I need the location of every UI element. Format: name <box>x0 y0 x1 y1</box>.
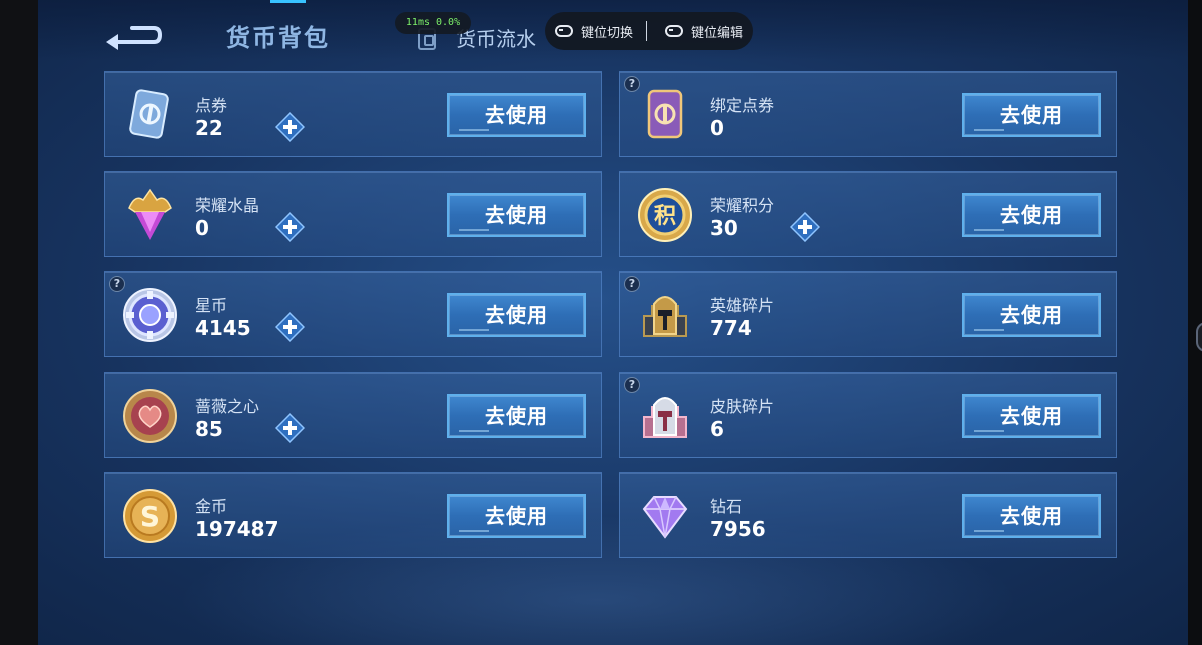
plus-icon <box>789 211 821 243</box>
currency-card: ? 绑定点券 0 去使用 <box>619 71 1117 157</box>
currency-card: 钻石 7956 去使用 <box>619 472 1117 558</box>
currency-card: 点券 22 去使用 <box>104 71 602 157</box>
currency-amount: 30 <box>710 216 738 240</box>
performance-overlay: 11ms 0.0% <box>395 12 471 34</box>
keymap-switch-label: 键位切换 <box>581 25 634 41</box>
currency-bag-screen: 货币背包 货币流水 11ms 0.0% 键位切换 键位编辑 点券 22 去使用 … <box>38 0 1188 645</box>
use-button[interactable]: 去使用 <box>447 93 586 137</box>
gold-coin-icon: S <box>121 487 179 545</box>
use-button[interactable]: 去使用 <box>962 93 1101 137</box>
currency-amount: 0 <box>710 116 724 140</box>
svg-text:积: 积 <box>654 204 676 229</box>
back-arrow-icon <box>106 26 163 50</box>
currency-amount: 7956 <box>710 517 766 541</box>
currency-name: 英雄碎片 <box>710 296 775 315</box>
svg-text:S: S <box>140 500 160 533</box>
use-button[interactable]: 去使用 <box>962 293 1101 337</box>
left-black-bar <box>0 0 38 645</box>
currency-amount: 85 <box>195 417 223 441</box>
currency-name: 荣耀积分 <box>710 196 775 215</box>
back-button[interactable] <box>104 22 163 50</box>
currency-name: 皮肤碎片 <box>710 397 775 416</box>
currency-card: ? 星币 4145 去使用 <box>104 271 602 357</box>
star-coin-icon <box>121 286 179 344</box>
use-button[interactable]: 去使用 <box>962 494 1101 538</box>
use-button[interactable]: 去使用 <box>447 193 586 237</box>
use-button[interactable]: 去使用 <box>447 293 586 337</box>
use-button[interactable]: 去使用 <box>447 394 586 438</box>
use-button[interactable]: 去使用 <box>447 494 586 538</box>
glory-crystal-icon <box>121 186 179 244</box>
currency-name: 星币 <box>195 296 228 315</box>
bound-ticket-card-icon <box>636 86 694 144</box>
top-accent-strip <box>270 0 306 3</box>
hero-fragment-helmet-icon <box>636 286 694 344</box>
currency-amount: 197487 <box>195 517 279 541</box>
currency-amount: 22 <box>195 116 223 140</box>
currency-amount: 4145 <box>195 316 251 340</box>
currency-name: 金币 <box>195 497 228 516</box>
toolbar-divider <box>646 21 647 41</box>
recharge-plus-button[interactable] <box>789 211 821 243</box>
plus-icon <box>274 111 306 143</box>
keymap-switch-button[interactable]: 键位切换 <box>555 12 633 50</box>
rose-heart-coin-icon <box>121 387 179 445</box>
recharge-plus-button[interactable] <box>274 412 306 444</box>
currency-card: ? 英雄碎片 774 去使用 <box>619 271 1117 357</box>
side-handle[interactable] <box>1196 322 1202 352</box>
glory-points-coin-icon: 积 <box>636 186 694 244</box>
currency-amount: 774 <box>710 316 752 340</box>
diamond-icon <box>636 487 694 545</box>
currency-name: 荣耀水晶 <box>195 196 260 215</box>
currency-name: 点券 <box>195 96 228 115</box>
ticket-card-icon <box>121 86 179 144</box>
recharge-plus-button[interactable] <box>274 111 306 143</box>
skin-fragment-helmet-icon <box>636 387 694 445</box>
keymap-edit-button[interactable]: 键位编辑 <box>665 12 743 50</box>
currency-name: 钻石 <box>710 497 743 516</box>
plus-icon <box>274 311 306 343</box>
use-button[interactable]: 去使用 <box>962 193 1101 237</box>
use-button[interactable]: 去使用 <box>962 394 1101 438</box>
keymap-toolbar: 键位切换 键位编辑 <box>545 12 753 50</box>
plus-icon <box>274 211 306 243</box>
page-title: 货币背包 <box>226 24 330 52</box>
currency-name: 绑定点券 <box>710 96 775 115</box>
currency-card: 荣耀水晶 0 去使用 <box>104 171 602 257</box>
recharge-plus-button[interactable] <box>274 311 306 343</box>
currency-card: ? 皮肤碎片 6 去使用 <box>619 372 1117 458</box>
plus-icon <box>274 412 306 444</box>
currency-amount: 6 <box>710 417 724 441</box>
recharge-plus-button[interactable] <box>274 211 306 243</box>
currency-amount: 0 <box>195 216 209 240</box>
currency-card: S 金币 197487 去使用 <box>104 472 602 558</box>
currency-card: 蔷薇之心 85 去使用 <box>104 372 602 458</box>
currency-name: 蔷薇之心 <box>195 397 260 416</box>
keymap-edit-label: 键位编辑 <box>691 25 744 41</box>
gamepad-icon <box>665 25 683 37</box>
gamepad-icon <box>555 25 573 37</box>
currency-card: 积 荣耀积分 30 去使用 <box>619 171 1117 257</box>
